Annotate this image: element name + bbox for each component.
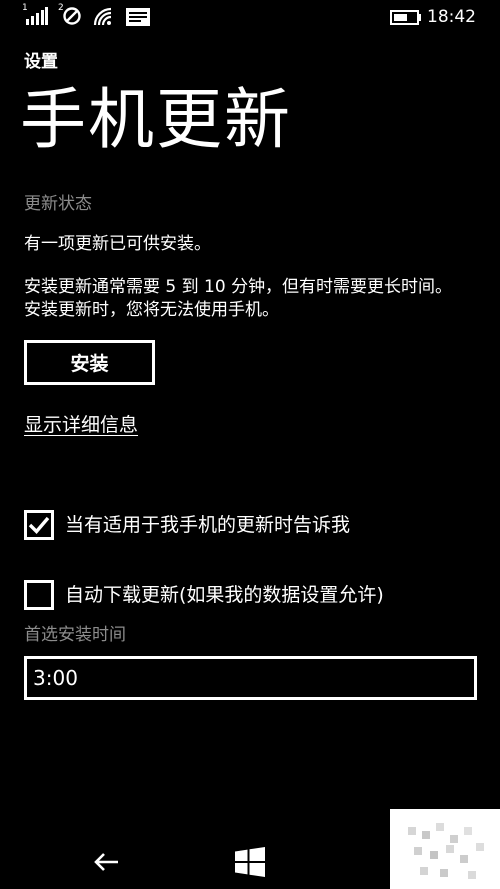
windows-start-icon	[235, 846, 265, 877]
update-status-heading: 更新状态	[24, 194, 92, 214]
clock: 18:42	[427, 7, 476, 27]
auto-download-option[interactable]: 自动下载更新(如果我的数据设置允许)	[24, 579, 384, 611]
start-button[interactable]	[210, 834, 290, 889]
auto-download-checkbox[interactable]	[24, 580, 54, 610]
sim2-no-signal-icon	[63, 7, 81, 25]
phone-update-screen: 1 2 18:42 设置 手机更新 更新状态 有一项更新已可供安装。 安装更新通…	[0, 0, 500, 889]
update-description: 安装更新通常需要 5 到 10 分钟，但有时需要更长时间。安装更新时，您将无法使…	[24, 277, 453, 320]
install-time-label: 首选安装时间	[24, 625, 126, 645]
status-bar: 1 2 18:42	[0, 0, 500, 34]
message-icon	[126, 8, 150, 26]
update-status-text: 有一项更新已可供安装。	[24, 234, 211, 254]
notify-checkbox[interactable]	[24, 510, 54, 540]
notify-updates-option[interactable]: 当有适用于我手机的更新时告诉我	[24, 509, 350, 541]
back-button[interactable]	[66, 834, 146, 889]
signal-strength-icon	[26, 7, 48, 25]
install-button[interactable]: 安装	[24, 340, 155, 385]
pixelated-watermark	[390, 809, 500, 889]
app-title: 设置	[24, 52, 58, 72]
checkmark-icon	[28, 516, 50, 535]
battery-icon	[390, 10, 421, 25]
page-title: 手机更新	[20, 81, 292, 158]
wifi-icon	[93, 7, 112, 26]
install-time-picker[interactable]: 3:00	[24, 656, 477, 700]
notify-label: 当有适用于我手机的更新时告诉我	[65, 514, 351, 536]
show-details-link[interactable]: 显示详细信息	[24, 412, 138, 438]
back-arrow-icon	[94, 852, 118, 871]
auto-download-label: 自动下载更新(如果我的数据设置允许)	[65, 584, 384, 606]
